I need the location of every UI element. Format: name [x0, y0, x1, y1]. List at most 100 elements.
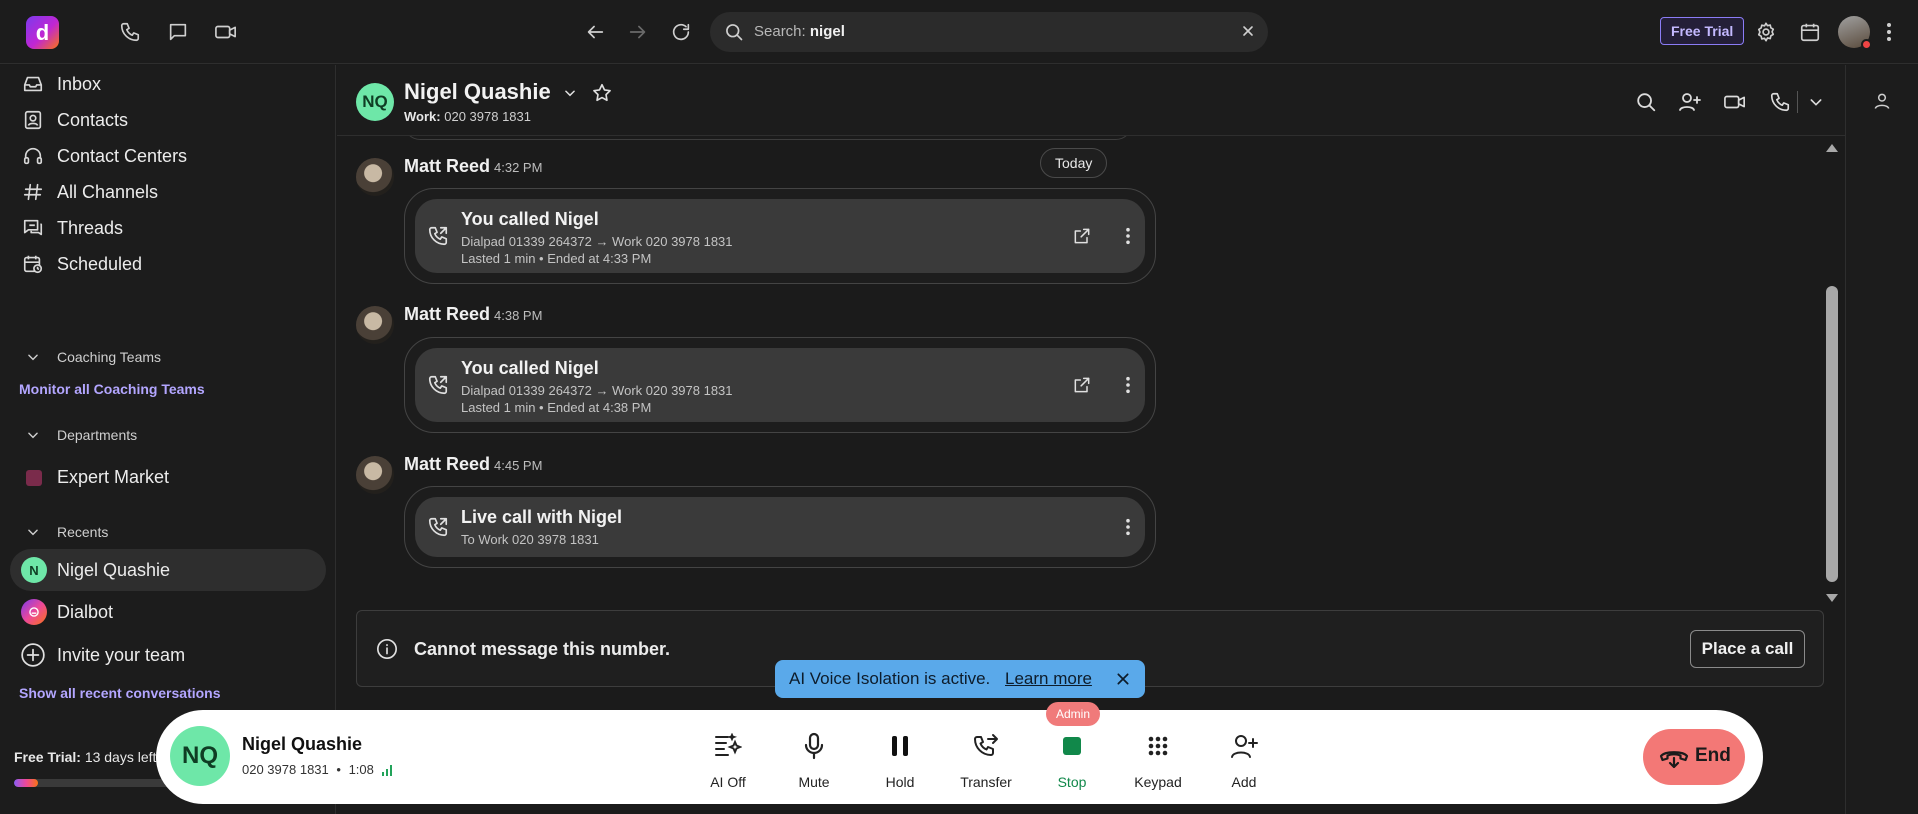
forward-arrow-icon[interactable] — [624, 18, 652, 46]
button-label: Hold — [885, 774, 915, 790]
contact-avatar[interactable]: NQ — [356, 83, 394, 121]
sidebar-item-label: Contact Centers — [57, 145, 188, 166]
ai-sparkle-icon — [714, 732, 742, 760]
message-list[interactable]: Today Matt Reed 4:32 PM You called Nigel … — [337, 136, 1825, 596]
search-bar[interactable]: Search: nigel — [710, 12, 1268, 52]
outgoing-call-icon — [427, 374, 449, 396]
scroll-down-arrow-icon[interactable] — [1825, 592, 1839, 604]
dialpad-logo[interactable]: d — [26, 16, 59, 49]
star-icon[interactable] — [591, 82, 613, 104]
active-call-bar: NQ Nigel Quashie 020 3978 1831 • 1:08 AI… — [156, 710, 1763, 804]
search-icon[interactable] — [1633, 89, 1659, 115]
recent-item-nigel-quashie-row[interactable]: N Nigel Quashie — [0, 551, 336, 589]
invite-team-button[interactable]: Invite your team — [0, 636, 336, 674]
avatar[interactable] — [356, 306, 394, 344]
add-participant-button[interactable]: Add — [1206, 732, 1282, 792]
avatar[interactable] — [356, 456, 394, 494]
outgoing-call-icon — [427, 516, 449, 538]
video-icon[interactable] — [1722, 89, 1748, 115]
chat-icon[interactable] — [164, 18, 192, 46]
kebab-menu-icon[interactable] — [1878, 18, 1900, 46]
avatar[interactable] — [356, 158, 394, 196]
end-call-label: End — [1695, 745, 1731, 766]
place-call-button[interactable]: Place a call — [1690, 630, 1805, 668]
sidebar-item-expert-market[interactable]: Expert Market — [0, 458, 336, 496]
sidebar-item-threads[interactable]: Threads — [0, 209, 336, 247]
search-input[interactable]: Search: nigel — [754, 23, 845, 40]
gear-icon[interactable] — [1752, 18, 1780, 46]
button-label: Transfer — [960, 774, 1012, 790]
signal-icon — [381, 765, 392, 777]
caller-number: 020 3978 1831 — [242, 762, 329, 777]
logo-letter: d — [35, 19, 50, 45]
message-time: 4:38 PM — [494, 308, 543, 323]
show-all-recent-link[interactable]: Show all recent conversations — [19, 685, 221, 701]
voice-isolation-toast: AI Voice Isolation is active. Learn more — [775, 660, 1145, 698]
call-route: Dialpad 01339 264372 → Work 020 3978 183… — [461, 383, 733, 398]
sidebar-item-all-channels[interactable]: All Channels — [0, 173, 336, 211]
chevron-down-icon[interactable] — [1803, 89, 1829, 115]
mute-button[interactable]: Mute — [776, 732, 852, 792]
calendar-icon[interactable] — [1796, 18, 1824, 46]
outgoing-call-icon — [427, 225, 449, 247]
contact-name-text: Nigel Quashie — [404, 79, 551, 104]
author-name: Matt Reed — [404, 156, 491, 176]
contact-name[interactable]: Nigel Quashie — [404, 79, 613, 105]
transfer-button[interactable]: Transfer — [948, 732, 1024, 792]
learn-more-link[interactable]: Learn more — [1005, 669, 1092, 689]
sidebar-item-contacts[interactable]: Contacts — [0, 101, 336, 139]
call-card-body[interactable]: You called Nigel Dialpad 01339 264372 → … — [415, 348, 1145, 422]
sidebar-item-label: Dialbot — [57, 601, 114, 622]
call-duration: Lasted 1 min • Ended at 4:33 PM — [461, 251, 652, 266]
contacts-icon — [22, 109, 44, 131]
sidebar-item-contact-centers[interactable]: Contact Centers — [0, 137, 336, 175]
open-external-icon[interactable] — [1070, 224, 1094, 248]
end-call-button[interactable]: End — [1643, 729, 1745, 785]
scroll-up-arrow-icon[interactable] — [1825, 142, 1839, 154]
search-query: nigel — [809, 23, 845, 40]
close-icon[interactable] — [1115, 671, 1131, 687]
stop-icon — [1058, 732, 1086, 760]
coaching-teams-section[interactable]: Coaching Teams — [0, 344, 336, 370]
back-arrow-icon[interactable] — [581, 18, 609, 46]
call-card-body[interactable]: You called Nigel Dialpad 01339 264372 → … — [415, 199, 1145, 273]
button-label: Add — [1231, 774, 1257, 790]
call-card: You called Nigel Dialpad 01339 264372 → … — [404, 337, 1156, 433]
keypad-button[interactable]: Keypad — [1120, 732, 1196, 792]
sidebar-item-inbox[interactable]: Inbox — [0, 65, 336, 103]
kebab-menu-icon[interactable] — [1116, 224, 1140, 248]
user-avatar[interactable] — [1838, 16, 1872, 50]
chevron-down-icon[interactable] — [563, 86, 577, 100]
recents-section[interactable]: Recents — [0, 519, 336, 545]
open-external-icon[interactable] — [1070, 373, 1094, 397]
inbox-icon — [22, 73, 44, 95]
contact-details-icon[interactable] — [1872, 91, 1892, 111]
phone-icon[interactable] — [116, 18, 144, 46]
monitor-coaching-teams-link[interactable]: Monitor all Coaching Teams — [19, 381, 205, 397]
kebab-menu-icon[interactable] — [1116, 515, 1140, 539]
departments-section[interactable]: Departments — [0, 422, 336, 448]
call-card-body[interactable]: Live call with Nigel To Work 020 3978 18… — [415, 497, 1145, 557]
scheduled-icon — [22, 253, 44, 275]
recent-item-dialbot[interactable]: Dialbot — [0, 593, 336, 631]
ai-off-button[interactable]: AI Off — [690, 732, 766, 792]
video-icon[interactable] — [212, 18, 240, 46]
clear-search-icon[interactable] — [1240, 23, 1256, 39]
button-label: Stop — [1057, 774, 1087, 790]
phone-icon[interactable] — [1767, 89, 1793, 115]
add-person-icon[interactable] — [1677, 89, 1703, 115]
call-title: You called Nigel — [461, 209, 599, 229]
chevron-down-icon — [26, 428, 40, 442]
section-heading: Recents — [57, 524, 109, 540]
free-trial-button[interactable]: Free Trial — [1660, 17, 1745, 45]
hang-up-icon — [1659, 745, 1689, 769]
sidebar-item-scheduled[interactable]: Scheduled — [0, 245, 336, 283]
section-heading: Coaching Teams — [57, 349, 162, 365]
search-icon — [724, 22, 744, 42]
scrollbar-thumb[interactable] — [1826, 286, 1838, 582]
refresh-icon[interactable] — [667, 18, 695, 46]
kebab-menu-icon[interactable] — [1116, 373, 1140, 397]
stop-recording-button[interactable]: Stop — [1034, 732, 1110, 792]
phone-number: 020 3978 1831 — [444, 109, 531, 124]
hold-button[interactable]: Hold — [862, 732, 938, 792]
